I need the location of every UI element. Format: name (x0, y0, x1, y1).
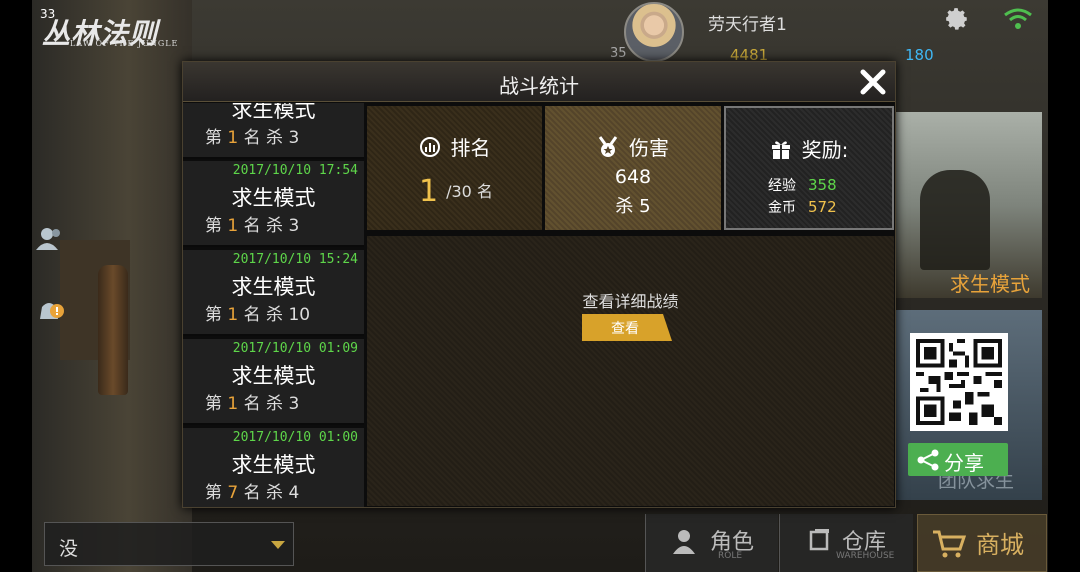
match-result: 第 1 名 杀 3 (205, 394, 300, 414)
chevron-down-icon (271, 541, 285, 549)
match-timestamp: 2017/10/10 01:00 (232, 430, 358, 445)
shop-label: 商城 (976, 531, 1024, 559)
damage-card-title: 伤害 (629, 136, 669, 160)
medal-icon (598, 136, 618, 157)
list-item[interactable]: 2017/10/10 15:24 求生模式 第 1 名 杀 10 (183, 250, 364, 336)
list-item[interactable]: 求生模式 第 1 名 杀 3 (183, 103, 364, 159)
coin-value: 572 (808, 198, 837, 216)
match-timestamp: 2017/10/10 17:54 (232, 163, 358, 178)
reward-card-title: 奖励: (801, 138, 849, 162)
role-sublabel: ROLE (718, 551, 743, 561)
detail-area: 查看详细战绩 查看 (367, 236, 894, 506)
warehouse-button[interactable]: 仓库 WAREHOUSE (779, 514, 913, 572)
diamond-value: 180 (905, 46, 934, 64)
dialog-header: 战斗统计 (183, 62, 895, 102)
match-mode: 求生模式 (231, 364, 316, 388)
shop-button[interactable]: 商城 (917, 514, 1047, 572)
qr-code (910, 333, 1008, 431)
kill-count: 杀 5 (615, 196, 651, 217)
survival-mode-label: 求生模式 (950, 272, 1030, 296)
reward-card-header: 奖励: (726, 134, 892, 163)
player-name: 劳天行者1 (708, 15, 787, 35)
match-mode: 求生模式 (231, 103, 316, 122)
warehouse-sublabel: WAREHOUSE (836, 551, 895, 561)
scene-bottle (98, 265, 128, 395)
list-item[interactable]: 2017/10/10 01:00 求生模式 第 7 名 杀 4 (183, 428, 364, 507)
cart-icon (933, 530, 966, 558)
match-result: 第 1 名 杀 3 (205, 216, 300, 236)
alert-icon[interactable] (34, 297, 64, 327)
close-icon[interactable] (857, 66, 889, 98)
contacts-icon[interactable] (34, 224, 64, 254)
coin-label: 金币 (768, 200, 796, 216)
role-icon (673, 530, 695, 554)
battle-stats-dialog: 战斗统计 求生模式 第 1 名 杀 3 2017/10/10 17:54 求生模… (182, 61, 896, 508)
chat-channel-select[interactable]: 没 (44, 522, 294, 566)
gift-icon (771, 141, 790, 159)
avatar[interactable] (624, 2, 684, 62)
rank-value-line: 1/30 名 (419, 174, 493, 209)
rank-card-header: 排名 (367, 132, 542, 161)
exp-label: 经验 (768, 178, 796, 194)
rank-card-title: 排名 (450, 136, 491, 160)
rank-value: 1 (419, 174, 439, 209)
damage-card: 伤害 648 杀 5 (545, 106, 721, 230)
gear-icon[interactable] (944, 6, 970, 32)
match-result: 第 1 名 杀 10 (205, 305, 311, 325)
left-black-bar (0, 0, 32, 572)
share-icon (917, 449, 939, 471)
logo-en: LAW OF THE JUNGLE (70, 39, 179, 48)
mode-banner-soldier (920, 170, 990, 270)
resource-left-value: 35 (610, 46, 627, 61)
match-result: 第 1 名 杀 3 (205, 128, 300, 148)
game-logo: 丛林法则 LAW OF THE JUNGLE (40, 8, 220, 50)
damage-value: 648 (614, 166, 652, 188)
dialog-title: 战斗统计 (499, 74, 579, 98)
share-button[interactable]: 分享 (908, 443, 1008, 476)
coin-line: 金币 572 (768, 197, 837, 217)
detail-label: 查看详细战绩 (582, 292, 679, 311)
role-button[interactable]: 角色 ROLE (645, 514, 778, 572)
match-timestamp: 2017/10/10 01:09 (232, 341, 358, 356)
right-black-bar (1048, 0, 1080, 572)
match-history-list[interactable]: 求生模式 第 1 名 杀 3 2017/10/10 17:54 求生模式 第 1… (183, 103, 364, 507)
rank-total: /30 名 (446, 182, 493, 201)
list-item[interactable]: 2017/10/10 01:09 求生模式 第 1 名 杀 3 (183, 339, 364, 425)
match-mode: 求生模式 (231, 275, 316, 299)
chat-channel-value: 没 (59, 538, 79, 560)
view-details-button[interactable]: 查看 (582, 314, 672, 341)
match-result: 第 7 名 杀 4 (205, 483, 300, 503)
rank-card: 排名 1/30 名 (367, 106, 542, 230)
warehouse-icon (809, 529, 829, 551)
match-timestamp: 2017/10/10 15:24 (232, 252, 358, 267)
view-details-label: 查看 (611, 321, 639, 337)
list-item[interactable]: 2017/10/10 17:54 求生模式 第 1 名 杀 3 (183, 161, 364, 247)
damage-card-header: 伤害 (545, 132, 721, 161)
match-mode: 求生模式 (231, 453, 316, 477)
share-label: 分享 (944, 451, 984, 475)
exp-line: 经验 358 (768, 175, 837, 195)
reward-card: 奖励: 经验 358 金币 572 (724, 106, 894, 230)
match-mode: 求生模式 (231, 186, 316, 210)
rank-icon (419, 137, 440, 157)
wifi-icon (1004, 8, 1032, 29)
exp-value: 358 (808, 176, 837, 194)
